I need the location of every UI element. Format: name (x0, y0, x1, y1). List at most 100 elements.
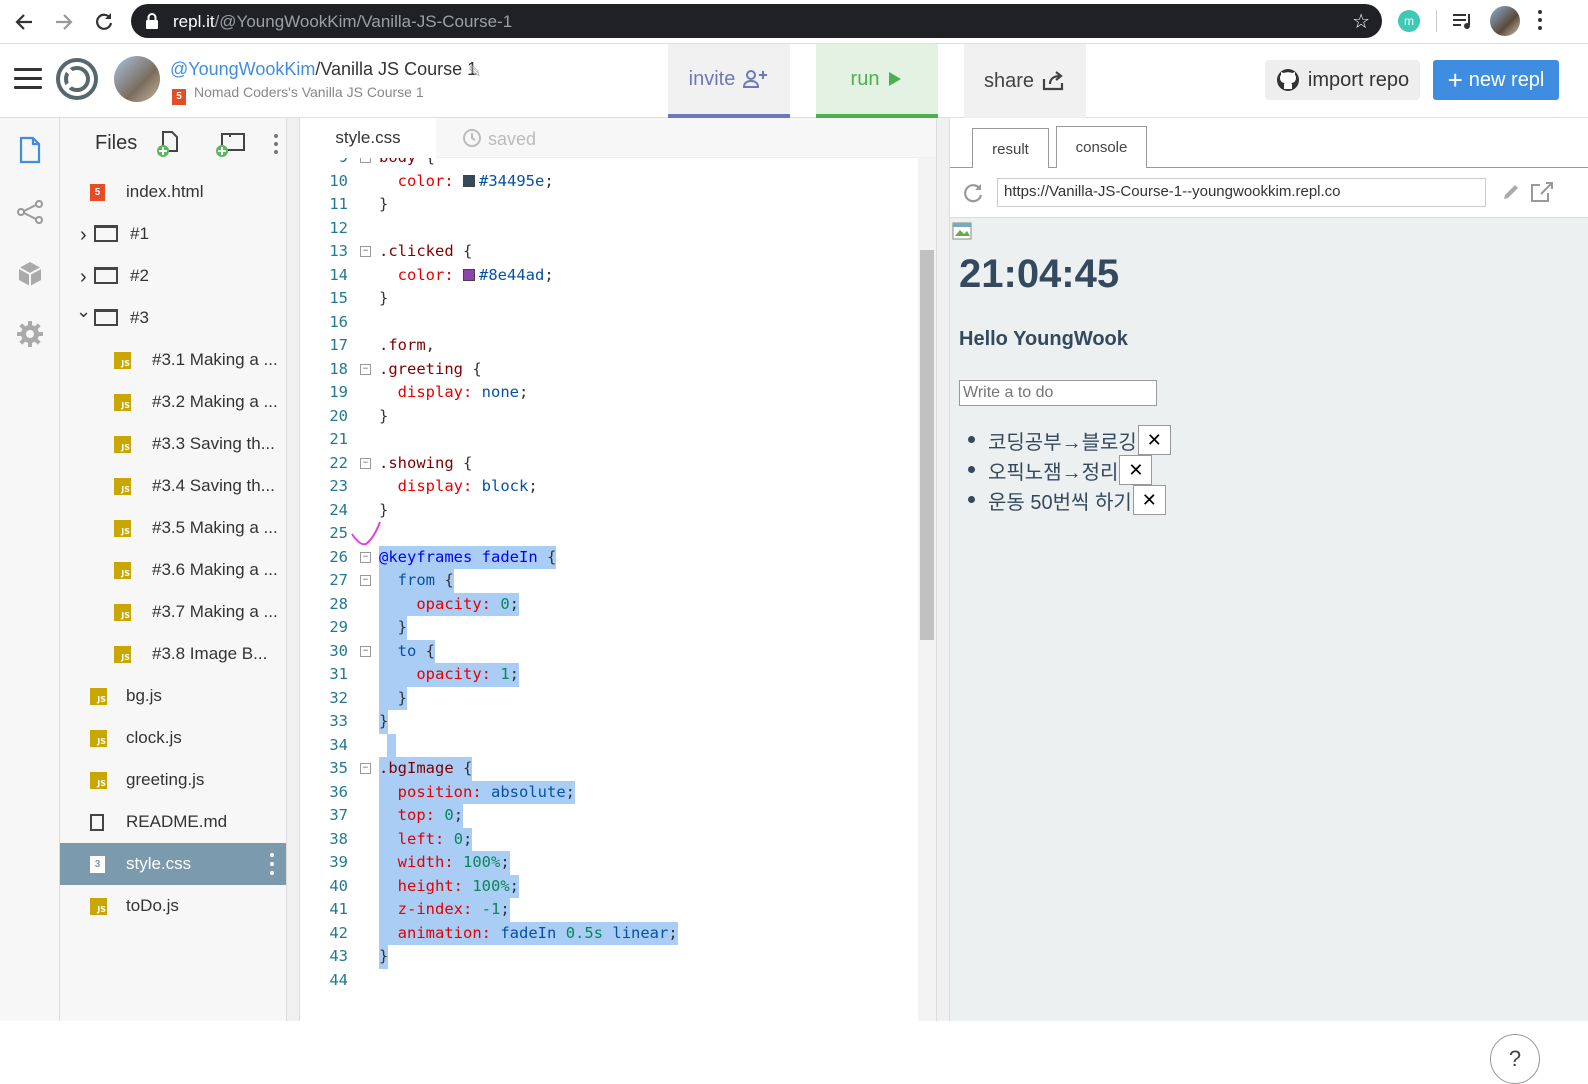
workspace-sidebar (0, 118, 60, 1021)
file-item-bg-js[interactable]: JS bg.js (60, 675, 286, 717)
add-file-icon[interactable] (156, 130, 182, 158)
panel-resize-handle[interactable] (286, 118, 300, 1021)
open-new-tab-icon[interactable] (1530, 181, 1554, 203)
fold-toggle-icon[interactable]: − (360, 457, 371, 469)
edit-pencil-icon[interactable]: ✎ (468, 62, 481, 82)
file-item-clock-js[interactable]: JS clock.js (60, 717, 286, 759)
fold-toggle-icon[interactable]: − (360, 763, 371, 774)
javascript-file-icon: JS (114, 436, 131, 453)
scrollbar-thumb[interactable] (920, 250, 934, 640)
address-bar[interactable]: repl.it/@YoungWookKim/Vanilla-JS-Course-… (131, 4, 1382, 38)
file-item-3-4-saving-th[interactable]: JS #3.4 Saving th... (60, 465, 286, 507)
file-options-icon[interactable] (270, 853, 274, 875)
file-item-greeting-js[interactable]: JS greeting.js (60, 759, 286, 801)
help-button[interactable]: ? (1490, 1034, 1540, 1084)
arrow-right-icon (56, 14, 73, 30)
fold-toggle-icon[interactable]: − (360, 551, 371, 563)
save-status: saved (462, 128, 536, 150)
html-file-icon: 5 (90, 184, 105, 201)
todo-item: 오픽노잼→정리 ✕ (968, 455, 1153, 485)
code-line: 9 − body { (300, 158, 918, 170)
todo-input[interactable] (959, 380, 1157, 406)
line-number: 33 (329, 712, 348, 730)
file-item-label: bg.js (126, 686, 162, 705)
bookmark-star-icon[interactable]: ☆ (1352, 9, 1370, 34)
files-icon[interactable] (16, 136, 44, 164)
edit-url-icon[interactable] (1502, 183, 1520, 201)
file-item-3-3-saving-th[interactable]: JS #3.3 Saving th... (60, 423, 286, 465)
file-item-3-2-making-a[interactable]: JS #3.2 Making a ... (60, 381, 286, 423)
delete-todo-button[interactable]: ✕ (1132, 485, 1166, 515)
code-text: .form, (379, 336, 436, 354)
file-item-3-8-image-b[interactable]: JS #3.8 Image B... (60, 633, 286, 675)
tab-console[interactable]: console (1056, 126, 1147, 169)
line-number: 37 (329, 806, 348, 824)
file-item-readme-md[interactable]: README.md (60, 801, 286, 843)
repl-name[interactable]: /Vanilla JS Course 1 (315, 59, 477, 79)
repl-owner-link[interactable]: @YoungWookKim (170, 59, 315, 79)
delete-todo-button[interactable]: ✕ (1137, 425, 1171, 455)
line-number: 26 (329, 547, 348, 566)
code-text: top: 0; (379, 804, 464, 828)
file-item-index-html[interactable]: 5 index.html (60, 171, 286, 213)
file-item-label: index.html (126, 182, 204, 201)
preview-url-field[interactable]: https://Vanilla-JS-Course-1--youngwookki… (997, 178, 1486, 207)
plus-icon: + (1447, 65, 1463, 95)
preview-reload-icon[interactable] (962, 182, 984, 204)
replit-logo[interactable] (56, 58, 98, 100)
delete-todo-button[interactable]: ✕ (1119, 455, 1153, 485)
hamburger-menu-icon[interactable] (14, 68, 42, 90)
tab-result[interactable]: result (972, 128, 1049, 169)
file-item-style-css[interactable]: 3 style.css (60, 843, 286, 885)
file-item-3-7-making-a[interactable]: JS #3.7 Making a ... (60, 591, 286, 633)
invite-button[interactable]: invite (668, 44, 790, 118)
file-item-3[interactable]: ⌄ #3 (60, 297, 286, 339)
new-repl-button[interactable]: + new repl (1433, 60, 1559, 100)
packages-icon[interactable] (16, 260, 44, 288)
files-title: Files (95, 132, 138, 154)
line-number: 17 (329, 336, 348, 354)
files-header: Files (60, 118, 286, 170)
code-line: 19 display: none; (300, 381, 918, 405)
extension-icon[interactable]: m (1398, 10, 1420, 32)
chevron-right-icon[interactable]: › (80, 224, 87, 247)
file-item-1[interactable]: › #1 (60, 213, 286, 255)
tab-style-css[interactable]: style.css (300, 118, 436, 158)
profile-avatar[interactable] (1490, 6, 1520, 36)
code-text: .showing { (379, 453, 473, 472)
browser-menu-icon[interactable] (1538, 10, 1542, 34)
file-item-todo-js[interactable]: JS toDo.js (60, 885, 286, 927)
file-item-3-5-making-a[interactable]: JS #3.5 Making a ... (60, 507, 286, 549)
line-number: 36 (329, 782, 348, 801)
fold-toggle-icon[interactable]: − (360, 158, 371, 163)
file-item-3-6-making-a[interactable]: JS #3.6 Making a ... (60, 549, 286, 591)
javascript-file-icon: JS (90, 688, 107, 705)
folder-icon (94, 267, 118, 284)
media-queue-icon[interactable] (1452, 12, 1474, 32)
editor-scrollbar[interactable] (918, 158, 936, 1021)
fold-toggle-icon[interactable]: − (360, 246, 371, 257)
settings-gear-icon[interactable] (16, 320, 44, 348)
code-text: } (379, 195, 389, 213)
code-area[interactable]: 9−body {10 color: #34495e;11}1213−.click… (300, 158, 918, 1021)
user-avatar[interactable] (114, 56, 160, 102)
greeting-text: Hello YoungWook (959, 328, 1128, 350)
share-button[interactable]: share (964, 44, 1086, 118)
file-item-2[interactable]: › #2 (60, 255, 286, 297)
reload-button[interactable] (90, 8, 118, 36)
file-item-3-1-making-a[interactable]: JS #3.1 Making a ... (60, 339, 286, 381)
add-folder-icon[interactable] (214, 130, 248, 158)
fold-toggle-icon[interactable]: − (360, 363, 371, 375)
run-button[interactable]: run (816, 44, 938, 118)
forward-button[interactable] (50, 8, 78, 36)
panel-resize-handle[interactable] (936, 118, 950, 1021)
files-menu-icon[interactable] (274, 134, 278, 154)
code-text: } (379, 710, 389, 734)
chevron-right-icon[interactable]: › (80, 266, 87, 289)
back-button[interactable] (10, 8, 38, 36)
fold-toggle-icon[interactable]: − (360, 645, 371, 657)
import-repo-button[interactable]: import repo (1265, 60, 1420, 100)
chevron-down-icon[interactable]: ⌄ (76, 301, 91, 322)
version-control-icon[interactable] (16, 198, 44, 226)
fold-toggle-icon[interactable]: − (360, 575, 371, 586)
